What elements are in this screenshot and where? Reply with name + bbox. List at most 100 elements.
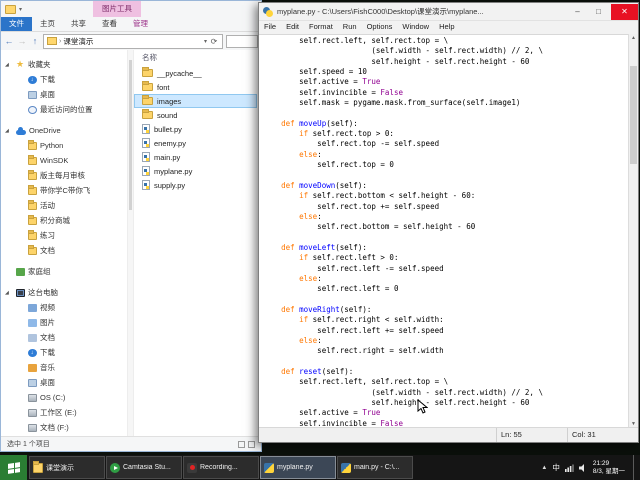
- sidebar-item[interactable]: 最近访问的位置: [1, 102, 127, 117]
- back-button[interactable]: ←: [4, 36, 14, 46]
- menu-window[interactable]: Window: [397, 21, 434, 34]
- sidebar-item[interactable]: ◢OneDrive: [1, 123, 127, 138]
- ribbon-tab[interactable]: 查看: [94, 17, 125, 31]
- sidebar-item[interactable]: 桌面: [1, 375, 127, 390]
- file-row[interactable]: images: [134, 94, 257, 108]
- sidebar-item[interactable]: ◢这台电脑: [1, 285, 127, 300]
- explorer-titlebar[interactable]: ▾ 图片工具: [1, 1, 261, 17]
- ribbon-tab[interactable]: 管理: [125, 17, 156, 31]
- taskbar-clock[interactable]: 21:29 8/3, 星期一: [593, 460, 625, 476]
- menu-options[interactable]: Options: [362, 21, 398, 34]
- file-row[interactable]: sound: [134, 108, 257, 122]
- sidebar-item[interactable]: 工作区 (E:): [1, 405, 127, 420]
- sidebar-item[interactable]: 积分商城: [1, 213, 127, 228]
- sidebar-item-label: 带你学C带你飞: [40, 185, 90, 196]
- mouse-cursor: [417, 399, 428, 414]
- sidebar-item[interactable]: 家庭组: [1, 264, 127, 279]
- menu-format[interactable]: Format: [304, 21, 338, 34]
- breadcrumb-current-folder[interactable]: 课堂演示: [63, 36, 93, 47]
- python-file-icon: [142, 124, 150, 134]
- search-box[interactable]: [226, 35, 258, 48]
- show-desktop-button[interactable]: [633, 455, 638, 480]
- taskbar-item-label: main.py - C:\...: [354, 464, 400, 471]
- sidebar-item[interactable]: 图片: [1, 315, 127, 330]
- expander-icon[interactable]: ◢: [5, 290, 13, 296]
- code-line: self.active = True: [263, 77, 628, 87]
- address-dropdown-icon[interactable]: ▾: [204, 38, 207, 45]
- sidebar-item[interactable]: 文档: [1, 243, 127, 258]
- maximize-button[interactable]: □: [590, 4, 607, 20]
- sidebar-item[interactable]: 文档: [1, 330, 127, 345]
- sidebar-item[interactable]: 视频: [1, 300, 127, 315]
- sidebar-item[interactable]: 带你学C带你飞: [1, 183, 127, 198]
- file-row[interactable]: myplane.py: [134, 164, 257, 178]
- column-header-name[interactable]: 名称: [142, 53, 157, 62]
- start-button[interactable]: [0, 455, 27, 480]
- up-button[interactable]: ↑: [30, 36, 40, 46]
- sidebar-item[interactable]: 下载: [1, 72, 127, 87]
- taskbar-item[interactable]: Camtasia Stu...: [106, 456, 182, 479]
- minimize-button[interactable]: –: [569, 4, 586, 20]
- expander-icon[interactable]: ◢: [5, 62, 13, 68]
- network-icon[interactable]: [565, 464, 574, 472]
- code-line: def moveDown(self):: [263, 181, 628, 191]
- file-row[interactable]: main.py: [134, 150, 257, 164]
- sidebar-item[interactable]: 桌面: [1, 87, 127, 102]
- sidebar-item[interactable]: 音乐: [1, 360, 127, 375]
- sidebar-item[interactable]: WinSDK: [1, 153, 127, 168]
- nav-scrollbar[interactable]: [127, 50, 134, 437]
- nav-scrollbar-thumb[interactable]: [129, 60, 132, 210]
- taskbar-item[interactable]: myplane.py: [260, 456, 336, 479]
- file-row[interactable]: bullet.py: [134, 122, 257, 136]
- ribbon-tab[interactable]: 主页: [32, 17, 63, 31]
- taskbar-item[interactable]: 课堂演示: [29, 456, 105, 479]
- code-editor[interactable]: self.rect.left, self.rect.top = \ (self.…: [259, 34, 628, 428]
- menu-file[interactable]: File: [259, 21, 281, 34]
- sidebar-item-label: OS (C:): [40, 393, 65, 402]
- idle-titlebar[interactable]: myplane.py - C:\Users\FishC000\Desktop\课…: [259, 3, 638, 21]
- file-row[interactable]: supply.py: [134, 178, 257, 192]
- code-line: self.rect.bottom = self.height - 60: [263, 222, 628, 232]
- homegroup-icon: [16, 268, 25, 276]
- scrollbar-thumb[interactable]: [630, 66, 637, 164]
- menu-run[interactable]: Run: [338, 21, 362, 34]
- ribbon-tab[interactable]: 共享: [63, 17, 94, 31]
- sidebar-item[interactable]: 活动: [1, 198, 127, 213]
- sidebar-item-label: 音乐: [40, 362, 55, 373]
- sidebar-item[interactable]: 文档 (F:): [1, 420, 127, 435]
- scroll-up-icon[interactable]: ▲: [629, 34, 638, 42]
- close-button[interactable]: ✕: [611, 4, 638, 20]
- refresh-icon[interactable]: ⟳: [209, 37, 219, 46]
- sidebar-item[interactable]: ◢收藏夹: [1, 57, 127, 72]
- menu-help[interactable]: Help: [434, 21, 459, 34]
- address-bar[interactable]: › 课堂演示 ▾ ⟳: [43, 34, 223, 49]
- details-view-icon[interactable]: [238, 441, 245, 448]
- file-row[interactable]: enemy.py: [134, 136, 257, 150]
- taskbar-item[interactable]: main.py - C:\...: [337, 456, 413, 479]
- sidebar-item[interactable]: 下载: [1, 345, 127, 360]
- sidebar-item[interactable]: Python: [1, 138, 127, 153]
- file-row[interactable]: __pycache__: [134, 66, 257, 80]
- ime-indicator[interactable]: 中: [552, 462, 560, 473]
- sidebar-item[interactable]: OS (C:): [1, 390, 127, 405]
- ribbon-tab[interactable]: 文件: [1, 17, 32, 31]
- taskbar-item[interactable]: Recording...: [183, 456, 259, 479]
- menu-edit[interactable]: Edit: [281, 21, 304, 34]
- forward-button[interactable]: →: [17, 36, 27, 46]
- thumbnails-view-icon[interactable]: [248, 441, 255, 448]
- editor-scrollbar[interactable]: ▲ ▼: [628, 34, 638, 428]
- volume-icon[interactable]: [579, 464, 588, 472]
- sidebar-item-label: 图片: [40, 317, 55, 328]
- sidebar-item[interactable]: 练习: [1, 228, 127, 243]
- drive-icon: [28, 409, 37, 417]
- code-line: if self.rect.top > 0:: [263, 129, 628, 139]
- expander-icon[interactable]: ◢: [5, 128, 13, 134]
- code-line: [263, 170, 628, 180]
- quick-access-customize-icon[interactable]: ▾: [19, 6, 22, 13]
- sidebar-item[interactable]: 版主每月审核: [1, 168, 127, 183]
- selection-status-text: 选中 1 个项目: [7, 438, 50, 451]
- python-file-icon: [142, 166, 150, 176]
- idle-window: myplane.py - C:\Users\FishC000\Desktop\课…: [258, 2, 639, 443]
- tray-expand-icon[interactable]: ▲: [541, 465, 547, 471]
- file-row[interactable]: font: [134, 80, 257, 94]
